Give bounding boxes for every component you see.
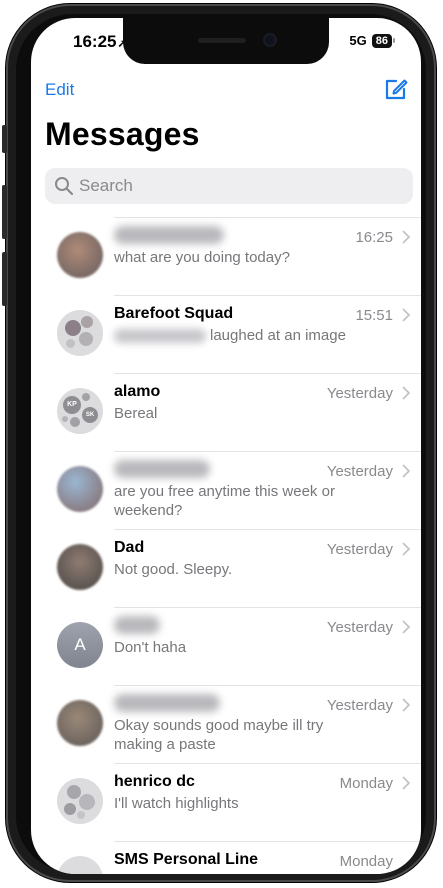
message-preview: what are you doing today?	[114, 249, 290, 266]
message-preview: Not good. Sleepy.	[114, 561, 233, 578]
divider	[114, 217, 421, 218]
group-member-bubble	[67, 785, 81, 799]
divider	[114, 763, 421, 764]
conversation-row[interactable]: henrico dc I'll watch highlights Monday	[31, 763, 421, 841]
chevron-right-icon	[402, 542, 411, 556]
chevron-right-icon	[402, 230, 411, 244]
conversation-row[interactable]: A Don't haha Yesterday	[31, 607, 421, 685]
message-preview: Don't haha	[114, 639, 187, 656]
group-member-bubble	[65, 320, 81, 336]
chevron-right-icon	[402, 620, 411, 634]
phone-screen: 16:25➚ 5G 86 Edit Messages Search what a…	[31, 18, 421, 874]
group-avatar: KP SK	[57, 388, 103, 434]
chevron-right-icon	[402, 464, 411, 478]
group-member-bubble	[70, 417, 80, 427]
network-label: 5G	[349, 33, 367, 48]
group-member-bubble	[81, 316, 93, 328]
conversation-row[interactable]: Barefoot Squad laughed at an image 15:51	[31, 295, 421, 373]
group-member-bubble	[79, 332, 93, 346]
divider	[114, 451, 421, 452]
group-avatar	[57, 778, 103, 824]
timestamp: Yesterday	[326, 697, 393, 714]
group-member-bubble: SK	[82, 407, 98, 423]
group-member-bubble: KP	[63, 396, 81, 414]
group-member-bubble	[66, 339, 75, 348]
status-time: 16:25➚	[73, 32, 127, 52]
timestamp: Yesterday	[326, 619, 393, 636]
search-placeholder: Search	[79, 176, 133, 195]
front-camera	[265, 35, 275, 45]
timestamp: 16:25	[355, 229, 393, 246]
redacted-sender	[114, 329, 206, 344]
timestamp: Yesterday	[326, 463, 393, 480]
timestamp: 15:51	[355, 307, 393, 324]
divider	[114, 295, 421, 296]
conversation-row[interactable]: are you free anytime this week or weeken…	[31, 451, 421, 529]
divider	[114, 685, 421, 686]
avatar	[57, 544, 103, 590]
timestamp: Monday	[339, 853, 393, 870]
group-member-bubble	[62, 416, 68, 422]
status-indicators: 5G 86	[349, 33, 395, 48]
contact-name-redacted	[114, 694, 220, 712]
avatar	[57, 466, 103, 512]
group-member-bubble	[79, 794, 95, 810]
contact-name-redacted	[114, 226, 224, 244]
battery-icon: 86	[371, 33, 392, 48]
group-avatar	[57, 310, 103, 356]
page-title: Messages	[45, 116, 200, 152]
notch	[123, 18, 329, 64]
divider	[114, 607, 421, 608]
message-preview: I'll watch highlights	[114, 795, 239, 812]
chevron-right-icon	[402, 308, 411, 322]
conversation-row[interactable]: Dad Not good. Sleepy. Yesterday	[31, 529, 421, 607]
contact-name: Dad	[114, 539, 145, 556]
conversation-row[interactable]: what are you doing today? 16:25	[31, 217, 421, 295]
volume-up-button	[2, 185, 7, 239]
conversation-row[interactable]: SMS Personal Line Monday	[31, 841, 421, 874]
message-preview: are you free anytime this week or weeken…	[114, 483, 335, 519]
contact-name: alamo	[114, 383, 161, 400]
conversation-list: what are you doing today? 16:25 Barefoot…	[31, 217, 421, 874]
timestamp: Yesterday	[326, 385, 393, 402]
timestamp: Monday	[339, 775, 393, 792]
contact-name-redacted	[114, 460, 210, 478]
group-member-bubble	[77, 811, 85, 819]
search-input[interactable]: Search	[45, 168, 413, 204]
compose-icon[interactable]	[383, 76, 409, 102]
contact-name: Barefoot Squad	[114, 305, 234, 322]
chevron-right-icon	[402, 776, 411, 790]
contact-name-redacted	[114, 616, 160, 634]
group-member-bubble	[82, 393, 90, 401]
avatar	[57, 700, 103, 746]
divider	[114, 373, 421, 374]
battery-cap	[393, 38, 395, 43]
speaker	[198, 38, 246, 43]
group-avatar	[57, 856, 103, 874]
conversation-row[interactable]: Okay sounds good maybe ill try making a …	[31, 685, 421, 763]
volume-down-button	[2, 252, 7, 306]
contact-name: SMS Personal Line	[114, 851, 259, 868]
avatar	[57, 232, 103, 278]
group-member-bubble	[64, 803, 76, 815]
message-preview: laughed at an image	[114, 326, 364, 345]
chevron-right-icon	[402, 386, 411, 400]
chevron-right-icon	[402, 698, 411, 712]
conversation-row[interactable]: KP SK alamo Bereal Yesterday	[31, 373, 421, 451]
edit-button[interactable]: Edit	[45, 80, 74, 100]
initials-avatar: A	[57, 622, 103, 668]
mute-switch	[2, 125, 7, 153]
contact-name: henrico dc	[114, 773, 195, 790]
search-icon	[55, 177, 74, 196]
divider	[114, 529, 421, 530]
divider	[114, 841, 421, 842]
message-preview: Okay sounds good maybe ill try making a …	[114, 717, 324, 753]
timestamp: Yesterday	[326, 541, 393, 558]
message-preview: Bereal	[114, 405, 158, 422]
